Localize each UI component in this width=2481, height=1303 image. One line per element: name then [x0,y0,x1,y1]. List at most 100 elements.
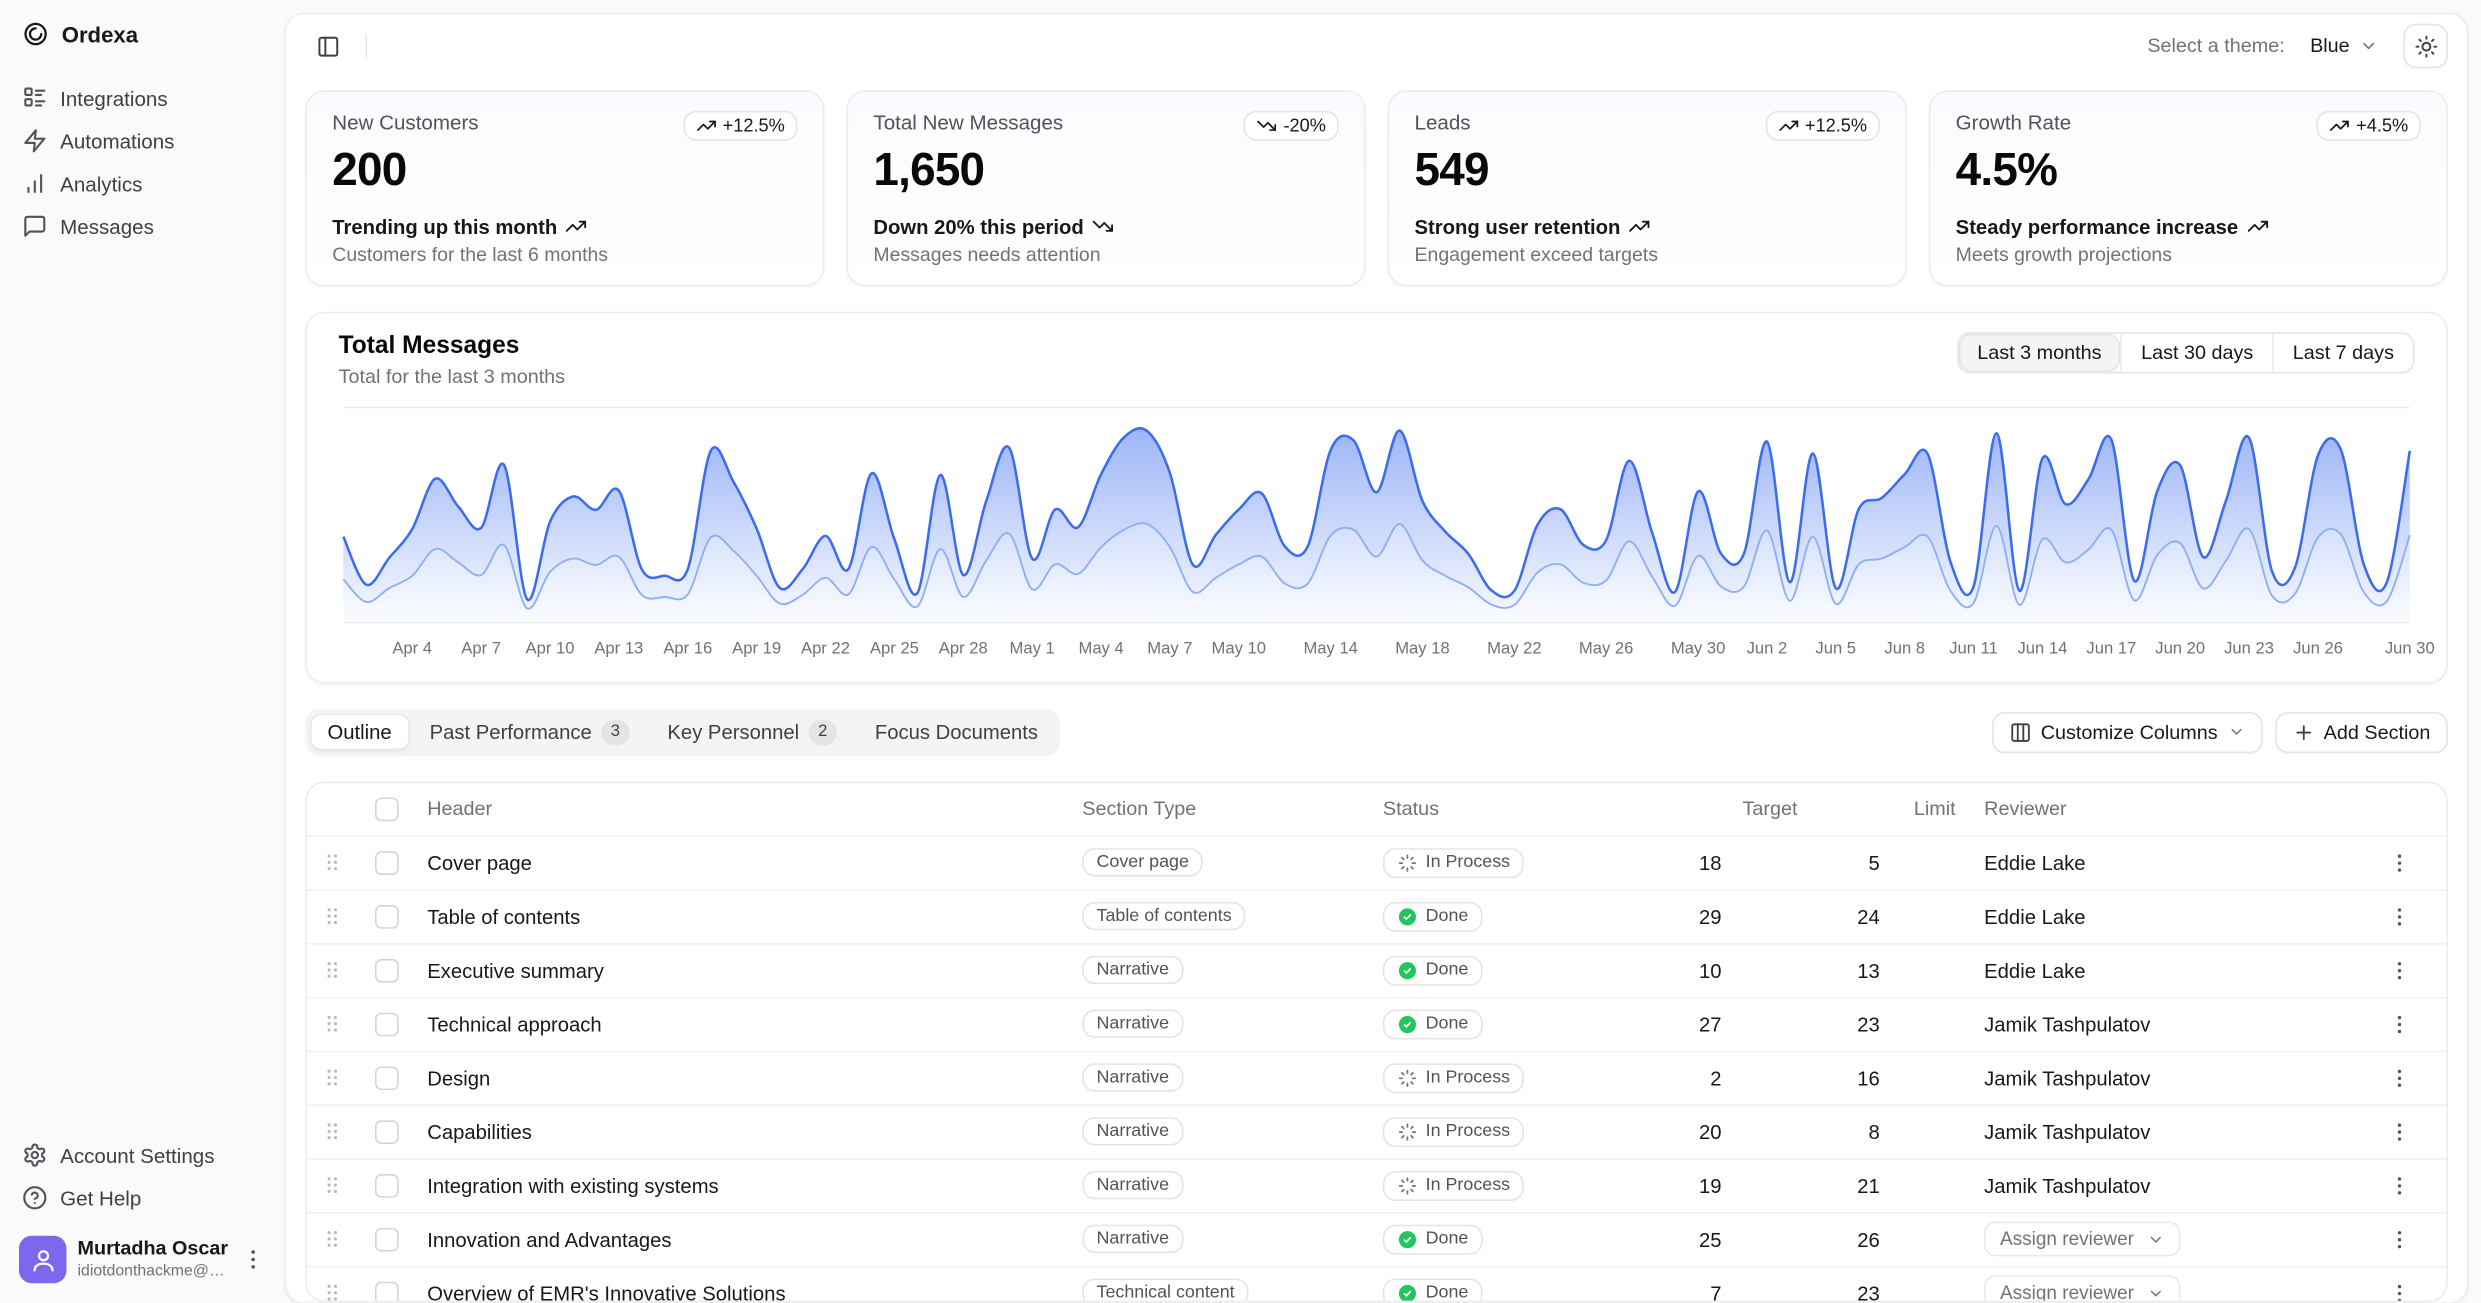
sidebar: Ordexa IntegrationsAutomationsAnalyticsM… [0,0,285,1303]
drag-handle[interactable] [307,1280,358,1302]
limit-value[interactable]: 16 [1813,1066,1971,1090]
user-menu-dots-icon[interactable] [241,1247,266,1272]
sidebar-item-automations[interactable]: Automations [9,120,275,161]
target-value[interactable]: 29 [1639,904,1813,928]
tab-key-personnel[interactable]: Key Personnel2 [650,713,854,750]
row-menu-button[interactable] [2380,1274,2418,1302]
drag-handle[interactable] [307,1173,358,1198]
target-value[interactable]: 7 [1639,1281,1813,1302]
target-value[interactable]: 20 [1639,1120,1813,1144]
sidebar-item-analytics[interactable]: Analytics [9,163,275,204]
limit-value[interactable]: 21 [1813,1173,1971,1197]
range-button-last-7-days[interactable]: Last 7 days [2272,334,2413,372]
limit-value[interactable]: 23 [1813,1012,1971,1036]
row-menu-button[interactable] [2380,1166,2418,1204]
customize-columns-button[interactable]: Customize Columns [1992,712,2262,753]
drag-handle[interactable] [307,850,358,875]
row-checkbox[interactable] [374,1281,398,1302]
select-all-checkbox[interactable] [374,797,398,821]
row-checkbox[interactable] [374,851,398,875]
status-badge: Done [1383,1009,1483,1039]
table-row: Cover pageCover pageIn Process185Eddie L… [307,836,2446,890]
svg-text:Jun 2: Jun 2 [1747,638,1788,657]
drag-handle[interactable] [307,1119,358,1144]
target-value[interactable]: 19 [1639,1173,1813,1197]
target-value[interactable]: 10 [1639,958,1813,982]
drag-handle[interactable] [307,1226,358,1251]
status-badge: In Process [1383,1170,1524,1200]
stat-card-label: Leads [1415,111,1471,135]
check-filled-icon [1397,1013,1418,1034]
chevron-down-icon [2359,36,2378,55]
row-header[interactable]: Executive summary [415,958,1070,982]
target-value[interactable]: 27 [1639,1012,1813,1036]
limit-value[interactable]: 13 [1813,958,1971,982]
tab-focus-documents[interactable]: Focus Documents [857,714,1055,750]
limit-value[interactable]: 26 [1813,1227,1971,1251]
row-header[interactable]: Cover page [415,851,1070,875]
row-checkbox[interactable] [374,1066,398,1090]
sidebar-item-account-settings[interactable]: Account Settings [9,1134,275,1175]
row-menu-button[interactable] [2380,951,2418,989]
row-header[interactable]: Integration with existing systems [415,1173,1070,1197]
table-body: Cover pageCover pageIn Process185Eddie L… [307,836,2446,1302]
row-header[interactable]: Capabilities [415,1120,1070,1144]
row-header[interactable]: Table of contents [415,904,1070,928]
target-value[interactable]: 2 [1639,1066,1813,1090]
svg-text:Jun 20: Jun 20 [2155,638,2205,657]
add-section-button[interactable]: Add Section [2275,712,2448,753]
avatar [19,1236,66,1283]
user-menu[interactable]: Murtadha Oscar idiotdonthackme@gmail.com [9,1228,275,1291]
tab-past-performance[interactable]: Past Performance3 [412,713,647,750]
target-value[interactable]: 18 [1639,851,1813,875]
row-checkbox[interactable] [374,1227,398,1251]
loader-icon [1397,852,1418,873]
assign-reviewer-select[interactable]: Assign reviewer [1984,1275,2180,1302]
theme-select[interactable]: Blue [2297,28,2390,63]
limit-value[interactable]: 23 [1813,1281,1971,1302]
row-menu-button[interactable] [2380,1112,2418,1150]
row-menu-button[interactable] [2380,897,2418,935]
row-checkbox[interactable] [374,1120,398,1144]
brand[interactable]: Ordexa [9,13,275,56]
reviewer-name: Jamik Tashpulatov [1984,1120,2150,1144]
app: Ordexa IntegrationsAutomationsAnalyticsM… [0,0,2481,1303]
row-menu-button[interactable] [2380,1005,2418,1043]
row-header[interactable]: Overview of EMR's Innovative Solutions [415,1281,1070,1302]
range-button-last-30-days[interactable]: Last 30 days [2121,334,2273,372]
chart-header: Total Messages Total for the last 3 mont… [339,332,2415,387]
grip-icon [320,850,345,875]
check-filled-icon [1397,906,1418,927]
drag-handle[interactable] [307,1065,358,1090]
row-checkbox[interactable] [374,958,398,982]
row-checkbox[interactable] [374,1173,398,1197]
row-header[interactable]: Technical approach [415,1012,1070,1036]
sidebar-item-integrations[interactable]: Integrations [9,78,275,119]
sidebar-toggle-button[interactable] [305,24,349,68]
row-menu-button[interactable] [2380,843,2418,881]
row-checkbox[interactable] [374,904,398,928]
row-menu-button[interactable] [2380,1220,2418,1258]
drag-handle[interactable] [307,904,358,929]
drag-handle[interactable] [307,957,358,982]
row-menu-button[interactable] [2380,1059,2418,1097]
limit-value[interactable]: 8 [1813,1120,1971,1144]
color-mode-toggle-button[interactable] [2403,24,2447,68]
target-value[interactable]: 25 [1639,1227,1813,1251]
theme-select-label: Select a theme: [2147,35,2284,57]
limit-value[interactable]: 5 [1813,851,1971,875]
row-header[interactable]: Innovation and Advantages [415,1227,1070,1251]
section-type-badge: Narrative [1082,1171,1183,1199]
sidebar-item-get-help[interactable]: Get Help [9,1177,275,1218]
table-row: Executive summaryNarrativeDone1013Eddie … [307,944,2446,998]
tab-outline[interactable]: Outline [310,714,409,750]
assign-reviewer-select[interactable]: Assign reviewer [1984,1222,2180,1257]
row-header[interactable]: Design [415,1066,1070,1090]
sidebar-item-messages[interactable]: Messages [9,206,275,247]
drag-handle[interactable] [307,1011,358,1036]
range-button-last-3-months[interactable]: Last 3 months [1958,334,2120,372]
row-checkbox[interactable] [374,1012,398,1036]
limit-value[interactable]: 24 [1813,904,1971,928]
svg-text:Apr 22: Apr 22 [801,638,850,657]
plus-icon [2292,721,2314,743]
